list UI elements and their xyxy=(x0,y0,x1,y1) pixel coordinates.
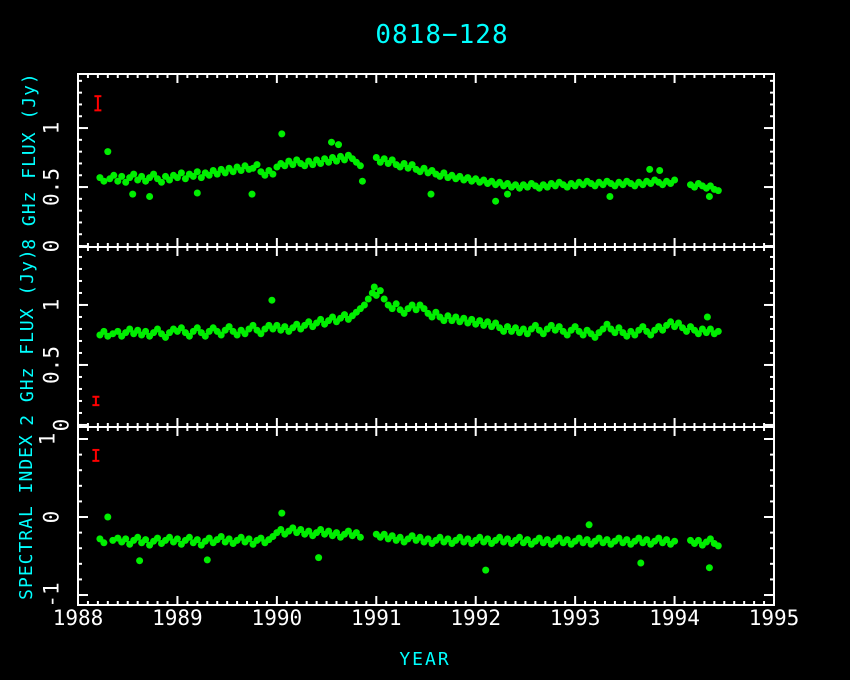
data-points-spectral_index xyxy=(96,510,721,574)
x-tick-label: 1992 xyxy=(450,608,501,629)
panel-ticks xyxy=(78,74,774,247)
typical-error-bar-spectral_index xyxy=(92,450,99,461)
y-tick-label-flux8: 1 xyxy=(42,122,63,135)
x-tick-label: 1988 xyxy=(53,608,104,629)
y-tick-label-flux2: 0 xyxy=(52,419,73,432)
data-points-flux8 xyxy=(96,130,721,204)
x-tick-label: 1993 xyxy=(550,608,601,629)
y-axis-title-2ghz-flux: 2 GHz FLUX (Jy) xyxy=(19,248,37,426)
y-tick-label-flux8: 0.5 xyxy=(42,168,63,206)
y-tick-label-spectral_index: 1 xyxy=(38,433,59,446)
x-axis-title: YEAR xyxy=(0,649,850,670)
y-axis-title-8ghz-flux: 8 GHz FLUX (Jy) xyxy=(21,72,39,250)
panel-flux2 xyxy=(78,247,774,427)
x-tick-label: 1995 xyxy=(749,608,800,629)
panel-ticks xyxy=(78,247,774,427)
panel-frame xyxy=(78,427,774,605)
panel-frame xyxy=(78,247,774,427)
typical-error-bar-flux8 xyxy=(94,96,101,110)
data-points-flux2 xyxy=(96,284,721,341)
x-tick-label: 1990 xyxy=(252,608,303,629)
x-tick-label: 1991 xyxy=(351,608,402,629)
y-tick-label-spectral_index: 0 xyxy=(42,511,63,524)
y-tick-label-flux2: 1 xyxy=(42,299,63,312)
x-tick-label: 1989 xyxy=(152,608,203,629)
y-tick-label-flux8: 0 xyxy=(42,240,63,253)
y-axis-title-spectral-index: SPECTRAL INDEX xyxy=(18,434,36,600)
panel-flux8 xyxy=(78,74,774,247)
y-tick-label-spectral_index: -1 xyxy=(42,582,63,607)
plot-canvas xyxy=(0,0,850,680)
panel-frame xyxy=(78,74,774,247)
light-curve-figure: 0818−128 8 GHz FLUX (Jy) 2 GHz FLUX (Jy)… xyxy=(0,0,850,680)
panel-ticks xyxy=(78,427,774,605)
panel-spectral_index xyxy=(78,427,774,605)
typical-error-bar-flux2 xyxy=(92,397,99,405)
y-tick-label-flux2: 0.5 xyxy=(42,346,63,384)
x-tick-label: 1994 xyxy=(649,608,700,629)
